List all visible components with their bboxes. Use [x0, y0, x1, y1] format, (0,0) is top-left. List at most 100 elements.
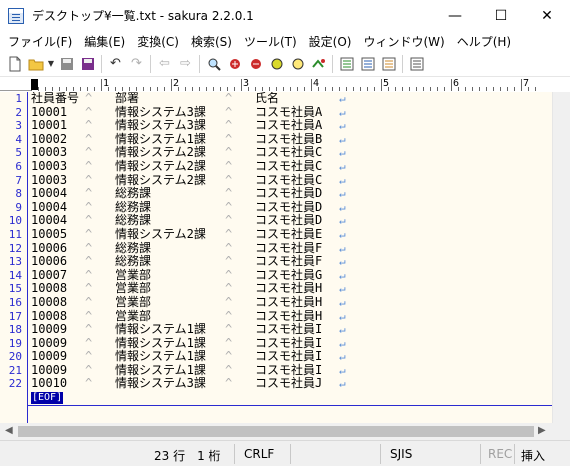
- line-number: 14: [8, 268, 22, 282]
- ruler-number: 7: [523, 78, 530, 89]
- menu-search[interactable]: 検索(S): [185, 33, 238, 50]
- ruler-tick: [45, 87, 46, 91]
- ruler-tick: [290, 87, 291, 91]
- move-back-icon[interactable]: ⇦: [154, 53, 175, 75]
- line-field-c1: 10009: [31, 322, 68, 337]
- line-field-c3: コスモ社員A: [255, 118, 323, 133]
- line-field-c2: 情報システム2課: [115, 145, 206, 160]
- line-field-c1: 10008: [31, 294, 68, 309]
- text-line: 10 10004 ^ 総務課 ^ コスモ社員D ↵: [0, 214, 552, 228]
- tab-mark: ^: [225, 349, 233, 364]
- line-field-c2: 情報システム1課: [115, 322, 206, 337]
- close-button[interactable]: ✕: [524, 0, 570, 31]
- tab-mark: ^: [85, 213, 93, 228]
- grep-icon[interactable]: [308, 53, 329, 75]
- tab-mark: ^: [85, 254, 93, 269]
- ruler-tick: [332, 87, 333, 91]
- line-field-c1: 10001: [31, 104, 68, 119]
- settings-icon[interactable]: [406, 53, 427, 75]
- undo-icon[interactable]: ↶: [105, 53, 126, 75]
- tab-mark: ^: [85, 240, 93, 255]
- replace-icon[interactable]: [266, 53, 287, 75]
- save-icon[interactable]: [56, 53, 77, 75]
- clear-highlight-icon[interactable]: [287, 53, 308, 75]
- line-number: 1: [15, 92, 22, 105]
- line-number: 15: [8, 282, 22, 296]
- line-field-c2: 総務課: [115, 254, 152, 269]
- tab-mark: ^: [85, 322, 93, 337]
- ruler-tick: [437, 87, 438, 91]
- minimize-button[interactable]: —: [432, 0, 478, 31]
- ruler-tick: [255, 87, 256, 91]
- search-icon[interactable]: [203, 53, 224, 75]
- tab-mark: ^: [85, 199, 93, 214]
- status-bar: 23 行 1 桁 CRLF SJIS REC 挿入: [0, 440, 570, 466]
- search-next-icon[interactable]: [224, 53, 245, 75]
- newline-type[interactable]: CRLF: [244, 447, 274, 461]
- open-folder-icon[interactable]: [25, 53, 46, 75]
- move-forward-icon[interactable]: ⇨: [175, 53, 196, 75]
- menu-convert[interactable]: 変換(C): [131, 33, 185, 50]
- tab-mark: ^: [225, 104, 233, 119]
- horizontal-scrollbar[interactable]: ◀ ▶: [0, 423, 552, 440]
- horizontal-scroll-thumb[interactable]: [18, 426, 534, 437]
- status-separator: [480, 444, 481, 464]
- scroll-left-icon[interactable]: ◀: [5, 425, 13, 436]
- line-number: 9: [15, 200, 22, 214]
- line-field-c1: 10001: [31, 118, 68, 133]
- vertical-scrollbar[interactable]: [552, 92, 570, 423]
- ruler-tick: [192, 87, 193, 91]
- line-number: 22: [8, 377, 22, 391]
- status-separator: [234, 444, 235, 464]
- menu-file[interactable]: ファイル(F): [2, 33, 78, 50]
- save-as-icon[interactable]: [77, 53, 98, 75]
- ruler-tick: [465, 87, 466, 91]
- line-field-c3: コスモ社員E: [255, 226, 323, 241]
- status-separator: [290, 444, 291, 464]
- ruler-tick: [346, 87, 347, 91]
- tab-mark: ^: [85, 281, 93, 296]
- ruler-track: 1 2 3 4 5 6 7: [31, 78, 570, 91]
- text-line: 13 10006 ^ 総務課 ^ コスモ社員F ↵: [0, 255, 552, 269]
- newline-mark: ↵: [339, 187, 346, 201]
- ruler-tick: [283, 87, 284, 91]
- menu-edit[interactable]: 編集(E): [78, 33, 131, 50]
- text-line: 15 10008 ^ 営業部 ^ コスモ社員H ↵: [0, 282, 552, 296]
- line-number: 20: [8, 350, 22, 364]
- newline-mark: ↵: [339, 268, 346, 282]
- outline-icon[interactable]: [336, 53, 357, 75]
- ruler-tick: [220, 87, 221, 91]
- eof-marker: [EOF]: [31, 392, 64, 404]
- line-field-c1: 10005: [31, 226, 68, 241]
- tab-mark: ^: [85, 118, 93, 133]
- toolbar-separator: [332, 54, 333, 73]
- menu-window[interactable]: ウィンドウ(W): [357, 33, 450, 50]
- maximize-button[interactable]: ☐: [478, 0, 524, 31]
- open-dropdown-icon[interactable]: ▼: [46, 53, 56, 75]
- tab-mark: ^: [85, 131, 93, 146]
- menu-help[interactable]: ヘルプ(H): [451, 33, 517, 50]
- newline-mark: ↵: [339, 173, 346, 187]
- scroll-right-icon[interactable]: ▶: [538, 425, 546, 436]
- search-prev-icon[interactable]: [245, 53, 266, 75]
- text-editor[interactable]: 1 社員番号 ^ 部署 ^ 氏名 ↵ 2 10001 ^ 情報システム3課 ^ コスモ社員A ↵ 3 1000…: [0, 92, 552, 423]
- ruler-tick: [367, 87, 368, 91]
- redo-icon[interactable]: ↷: [126, 53, 147, 75]
- menu-settings[interactable]: 設定(O): [303, 33, 358, 50]
- notepad-icon: [8, 7, 24, 24]
- ruler-tick: [507, 87, 508, 91]
- tab-mark: ^: [85, 294, 93, 309]
- line-field-c1: 10004: [31, 199, 68, 214]
- line-field-c3: 氏名: [255, 92, 280, 105]
- line-field-c1: 10008: [31, 281, 68, 296]
- encoding[interactable]: SJIS: [390, 447, 412, 461]
- new-file-icon[interactable]: [4, 53, 25, 75]
- insert-mode[interactable]: 挿入: [521, 447, 545, 464]
- compare-icon[interactable]: [357, 53, 378, 75]
- ruler-tick: [409, 87, 410, 91]
- ruler-tick: [486, 87, 487, 91]
- ruler-tick: [297, 87, 298, 91]
- tab-mark: ^: [225, 213, 233, 228]
- menu-tools[interactable]: ツール(T): [238, 33, 303, 50]
- macro-icon[interactable]: [378, 53, 399, 75]
